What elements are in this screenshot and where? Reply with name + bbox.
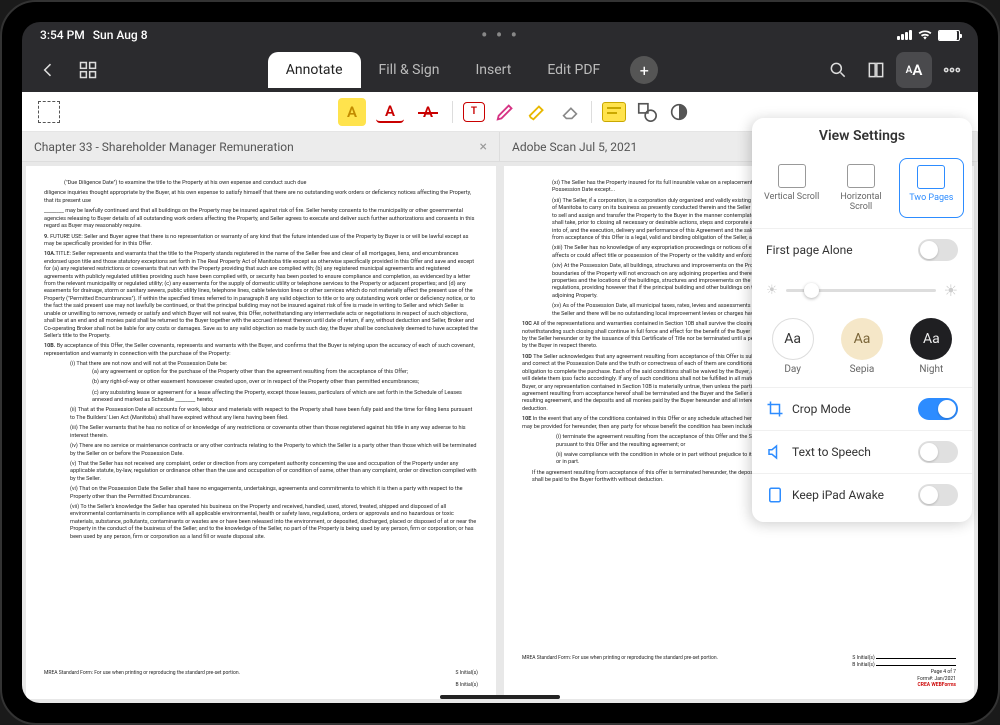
textbox-tool[interactable]: T bbox=[463, 102, 485, 122]
body-text: There are no service or maintenance cont… bbox=[70, 443, 477, 456]
option-label: Text to Speech bbox=[792, 445, 871, 459]
mode-label: Vertical Scroll bbox=[764, 192, 819, 202]
more-button[interactable] bbox=[934, 52, 970, 88]
toggle-first-page-alone[interactable] bbox=[918, 239, 958, 261]
brightness-slider[interactable] bbox=[786, 289, 936, 292]
main-toolbar: Annotate Fill & Sign Insert Edit PDF + A… bbox=[22, 48, 978, 92]
selection-tool[interactable] bbox=[38, 101, 60, 123]
theme-label: Day bbox=[784, 364, 801, 375]
multitask-dots[interactable]: • • • bbox=[347, 25, 654, 46]
doc-tab-title: Adobe Scan Jul 5, 2021 bbox=[512, 140, 637, 154]
tab-insert[interactable]: Insert bbox=[457, 52, 529, 88]
wifi-icon bbox=[918, 30, 932, 40]
initial-label: S Initial(s) bbox=[852, 655, 874, 661]
body-text: That there are not now and will not at t… bbox=[76, 361, 227, 367]
body-text: any right-of-way or other easement howso… bbox=[100, 379, 419, 385]
footer-text: MREA Standard Form: For use when printin… bbox=[44, 670, 240, 690]
row-crop-mode: Crop Mode bbox=[752, 387, 972, 430]
tab-fill-sign[interactable]: Fill & Sign bbox=[361, 52, 458, 88]
status-bar: 3:54 PM Sun Aug 8 • • • bbox=[22, 22, 978, 48]
brightness-row: ☀ ☀ bbox=[752, 271, 972, 310]
footer-text: MREA Standard Form: For use when printin… bbox=[522, 655, 718, 689]
cellular-icon bbox=[897, 30, 912, 40]
mode-vertical-scroll[interactable]: Vertical Scroll bbox=[760, 158, 823, 218]
status-time: 3:54 PM bbox=[40, 28, 85, 42]
toggle-keep-awake[interactable] bbox=[918, 484, 958, 506]
mode-label: Horizontal Scroll bbox=[840, 192, 881, 212]
body-text: TITLE: Seller represents and warrants th… bbox=[44, 251, 478, 339]
theme-label: Night bbox=[919, 364, 943, 375]
body-text: By acceptance of this Offer, the Seller … bbox=[44, 343, 475, 356]
row-text-to-speech: Text to Speech bbox=[752, 430, 972, 473]
body-text: diligence inquiries thought appropriate … bbox=[44, 190, 478, 205]
speaker-icon bbox=[766, 443, 784, 461]
eraser-tool[interactable] bbox=[559, 101, 581, 123]
initial-label: S Initial(s) bbox=[456, 670, 478, 676]
theme-label: Sepia bbox=[850, 364, 875, 375]
screen: 3:54 PM Sun Aug 8 • • • Annotate Fill & … bbox=[22, 22, 978, 703]
toggle-crop-mode[interactable] bbox=[918, 398, 958, 420]
brightness-high-icon: ☀ bbox=[944, 281, 958, 300]
form-ref: Form#: Jan/2021 bbox=[852, 676, 956, 683]
bookmarks-button[interactable] bbox=[858, 52, 894, 88]
brightness-low-icon: ☀ bbox=[766, 283, 778, 298]
status-date: Sun Aug 8 bbox=[93, 28, 148, 42]
highlighter-tool[interactable] bbox=[527, 101, 549, 123]
view-settings-button[interactable]: AA bbox=[896, 52, 932, 88]
option-label: Crop Mode bbox=[792, 402, 851, 416]
mode-two-pages[interactable]: Two Pages bbox=[899, 158, 964, 218]
shapes-tool[interactable] bbox=[636, 101, 658, 123]
body-text: To the Seller's knowledge the Seller has… bbox=[70, 504, 476, 540]
body-text: That the Seller has not received any com… bbox=[70, 461, 477, 482]
theme-sepia[interactable]: AaSepia bbox=[841, 318, 883, 375]
back-button[interactable] bbox=[30, 52, 66, 88]
tab-edit-pdf[interactable]: Edit PDF bbox=[529, 52, 618, 88]
note-tool[interactable] bbox=[602, 102, 626, 122]
option-label: Keep iPad Awake bbox=[792, 488, 884, 502]
close-icon[interactable]: × bbox=[480, 139, 487, 155]
ipad-frame: 3:54 PM Sun Aug 8 • • • Annotate Fill & … bbox=[0, 0, 1000, 725]
brand-label: CREA WEBForms bbox=[852, 682, 956, 689]
ipad-icon bbox=[766, 486, 784, 504]
opacity-tool[interactable] bbox=[668, 101, 690, 123]
thumbnails-button[interactable] bbox=[70, 52, 106, 88]
doc-tab-title: Chapter 33 - Shareholder Manager Remuner… bbox=[34, 140, 294, 154]
body-text: ("Due Diligence Date") to examine the ti… bbox=[64, 180, 306, 186]
battery-icon bbox=[938, 30, 960, 41]
mode-label: Two Pages bbox=[909, 193, 953, 203]
tab-annotate[interactable]: Annotate bbox=[268, 52, 361, 88]
page-number: Page 4 of 7 bbox=[852, 669, 956, 676]
pen-tool[interactable] bbox=[495, 101, 517, 123]
row-first-page-alone: First page Alone bbox=[752, 228, 972, 271]
mode-tabs: Annotate Fill & Sign Insert Edit PDF + bbox=[110, 52, 816, 88]
body-text: The Seller warrants that he has no notic… bbox=[70, 425, 466, 438]
body-text: FUTURE USE: Seller and Buyer agree that … bbox=[44, 234, 468, 247]
home-indicator[interactable] bbox=[440, 695, 560, 699]
theme-night[interactable]: AaNight bbox=[910, 318, 952, 375]
body-text: any agreement or option for the purchase… bbox=[100, 369, 408, 375]
page-left: ("Due Diligence Date") to examine the ti… bbox=[26, 166, 496, 699]
mode-horizontal-scroll[interactable]: Horizontal Scroll bbox=[829, 158, 892, 218]
initial-label: B Initial(s) bbox=[852, 662, 875, 668]
theme-day[interactable]: AaDay bbox=[772, 318, 814, 375]
highlight-tool[interactable]: A bbox=[338, 98, 366, 126]
initial-label: B Initial(s) bbox=[455, 682, 478, 688]
view-settings-panel: View Settings Vertical Scroll Horizontal… bbox=[752, 118, 972, 522]
crop-icon bbox=[766, 400, 784, 418]
document-tab-1[interactable]: Chapter 33 - Shareholder Manager Remuner… bbox=[22, 132, 500, 161]
option-label: First page Alone bbox=[766, 243, 853, 257]
body-text: any subsisting lease or agreement for a … bbox=[92, 390, 462, 403]
body-text: ________ may be lawfully continued and t… bbox=[44, 208, 478, 230]
toggle-text-to-speech[interactable] bbox=[918, 441, 958, 463]
add-tab-button[interactable]: + bbox=[630, 56, 658, 84]
panel-title: View Settings bbox=[752, 118, 972, 154]
body-text: That on the Possession Date the Seller s… bbox=[70, 486, 463, 499]
row-keep-awake: Keep iPad Awake bbox=[752, 473, 972, 516]
search-button[interactable] bbox=[820, 52, 856, 88]
strikethrough-tool[interactable]: A bbox=[414, 98, 442, 126]
underline-tool[interactable]: A bbox=[376, 101, 404, 123]
body-text: That at the Possession Date all accounts… bbox=[70, 407, 472, 420]
